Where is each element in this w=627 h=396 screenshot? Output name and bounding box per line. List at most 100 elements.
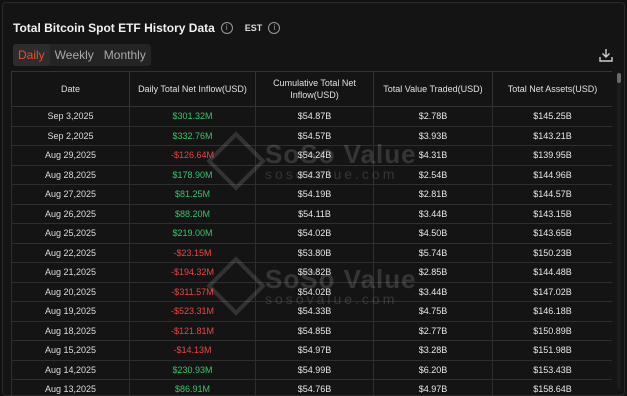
- date-cell: Aug 14,2025: [11, 359, 130, 380]
- vertical-scrollbar[interactable]: [617, 73, 621, 389]
- cumulative-inflow-cell: $54.87B: [255, 106, 374, 127]
- daily-inflow-cell: $332.76M: [129, 125, 256, 146]
- cumulative-inflow-cell: $54.33B: [255, 301, 374, 322]
- net-assets-cell: $150.23B: [492, 242, 612, 263]
- table-row[interactable]: Aug 21,2025 -$194.32M $53.82B $2.85B $144.48…: [11, 262, 612, 283]
- table-row[interactable]: Aug 19,2025 -$523.31M $54.33B $4.75B $146.18…: [11, 301, 612, 322]
- net-assets-cell: $144.57B: [492, 184, 612, 205]
- tab-monthly[interactable]: Monthly: [99, 44, 151, 66]
- net-assets-cell: $151.98B: [492, 340, 612, 361]
- cumulative-inflow-cell: $54.11B: [255, 203, 374, 224]
- daily-inflow-cell: -$126.64M: [129, 145, 256, 166]
- net-assets-cell: $139.95B: [492, 145, 612, 166]
- daily-inflow-cell: $86.91M: [129, 379, 256, 395]
- value-traded-cell: $2.54B: [373, 164, 493, 185]
- cumulative-inflow-cell: $54.02B: [255, 223, 374, 244]
- date-cell: Aug 28,2025: [11, 164, 130, 185]
- cumulative-inflow-cell: $54.19B: [255, 184, 374, 205]
- table-row[interactable]: Aug 14,2025 $230.93M $54.99B $6.20B $153.43B: [11, 359, 612, 380]
- cumulative-inflow-cell: $54.37B: [255, 164, 374, 185]
- net-assets-cell: $145.25B: [492, 106, 612, 127]
- header: Total Bitcoin Spot ETF History Data i ES…: [13, 19, 281, 37]
- date-cell: Aug 19,2025: [11, 301, 130, 322]
- table-row[interactable]: Sep 3,2025 $301.32M $54.87B $2.78B $145.25B: [11, 106, 612, 127]
- net-assets-cell: $143.21B: [492, 125, 612, 146]
- date-cell: Aug 21,2025: [11, 262, 130, 283]
- date-cell: Aug 29,2025: [11, 145, 130, 166]
- table-header-row: Date Daily Total Net Inflow(USD) Cumulat…: [11, 71, 612, 107]
- table-row[interactable]: Aug 13,2025 $86.91M $54.76B $4.97B $158.64B: [11, 379, 612, 395]
- timezone-info-icon[interactable]: i: [268, 22, 281, 34]
- daily-inflow-cell: $219.00M: [129, 223, 256, 244]
- column-header-date[interactable]: Date: [11, 71, 130, 107]
- value-traded-cell: $4.50B: [373, 223, 493, 244]
- daily-inflow-cell: $81.25M: [129, 184, 256, 205]
- tab-weekly[interactable]: Weekly: [50, 44, 99, 66]
- cumulative-inflow-cell: $54.97B: [255, 340, 374, 361]
- timezone-label: EST: [244, 23, 263, 33]
- column-header-cumulative-inflow[interactable]: Cumulative Total Net Inflow(USD): [255, 71, 374, 107]
- value-traded-cell: $5.74B: [373, 242, 493, 263]
- table-row[interactable]: Aug 25,2025 $219.00M $54.02B $4.50B $143.65B: [11, 223, 612, 244]
- value-traded-cell: $2.78B: [373, 106, 493, 127]
- daily-inflow-cell: $301.32M: [129, 106, 256, 127]
- table-row[interactable]: Aug 18,2025 -$121.81M $54.85B $2.77B $150.89…: [11, 320, 612, 341]
- date-cell: Aug 18,2025: [11, 320, 130, 341]
- value-traded-cell: $3.93B: [373, 125, 493, 146]
- daily-inflow-cell: -$194.32M: [129, 262, 256, 283]
- net-assets-cell: $143.15B: [492, 203, 612, 224]
- cumulative-inflow-cell: $53.80B: [255, 242, 374, 263]
- table-row[interactable]: Aug 20,2025 -$311.57M $54.02B $3.44B $147.02…: [11, 281, 612, 302]
- net-assets-cell: $144.96B: [492, 164, 612, 185]
- net-assets-cell: $158.64B: [492, 379, 612, 395]
- table-row[interactable]: Aug 22,2025 -$23.15M $53.80B $5.74B $150.23B: [11, 242, 612, 263]
- value-traded-cell: $2.85B: [373, 262, 493, 283]
- table-row[interactable]: Aug 27,2025 $81.25M $54.19B $2.81B $144.57B: [11, 184, 612, 205]
- date-cell: Aug 20,2025: [11, 281, 130, 302]
- daily-inflow-cell: -$311.57M: [129, 281, 256, 302]
- table-row[interactable]: Aug 29,2025 -$126.64M $54.24B $4.31B $139.95…: [11, 145, 612, 166]
- value-traded-cell: $2.81B: [373, 184, 493, 205]
- cumulative-inflow-cell: $54.02B: [255, 281, 374, 302]
- daily-inflow-cell: -$23.15M: [129, 242, 256, 263]
- daily-inflow-cell: -$14.13M: [129, 340, 256, 361]
- value-traded-cell: $2.77B: [373, 320, 493, 341]
- table-row[interactable]: Sep 2,2025 $332.76M $54.57B $3.93B $143.21B: [11, 125, 612, 146]
- cumulative-inflow-cell: $54.85B: [255, 320, 374, 341]
- cumulative-inflow-cell: $54.57B: [255, 125, 374, 146]
- date-cell: Aug 15,2025: [11, 340, 130, 361]
- daily-inflow-cell: -$121.81M: [129, 320, 256, 341]
- date-cell: Aug 25,2025: [11, 223, 130, 244]
- net-assets-cell: $144.48B: [492, 262, 612, 283]
- date-cell: Aug 26,2025: [11, 203, 130, 224]
- column-header-value-traded[interactable]: Total Value Traded(USD): [373, 71, 493, 107]
- date-cell: Aug 27,2025: [11, 184, 130, 205]
- cumulative-inflow-cell: $53.82B: [255, 262, 374, 283]
- download-icon[interactable]: [598, 47, 614, 63]
- tab-daily[interactable]: Daily: [13, 44, 50, 66]
- value-traded-cell: $6.20B: [373, 359, 493, 380]
- table-row[interactable]: Aug 28,2025 $178.90M $54.37B $2.54B $144.96B: [11, 164, 612, 185]
- value-traded-cell: $3.44B: [373, 281, 493, 302]
- net-assets-cell: $150.89B: [492, 320, 612, 341]
- date-cell: Sep 3,2025: [11, 106, 130, 127]
- daily-inflow-cell: $230.93M: [129, 359, 256, 380]
- etf-history-panel: Total Bitcoin Spot ETF History Data i ES…: [2, 2, 625, 396]
- table-row[interactable]: Aug 15,2025 -$14.13M $54.97B $3.28B $151.98B: [11, 340, 612, 361]
- scrollbar-thumb[interactable]: [617, 73, 621, 83]
- table-row[interactable]: Aug 26,2025 $88.20M $54.11B $3.44B $143.15B: [11, 203, 612, 224]
- column-header-daily-inflow[interactable]: Daily Total Net Inflow(USD): [129, 71, 256, 107]
- value-traded-cell: $4.75B: [373, 301, 493, 322]
- cumulative-inflow-cell: $54.24B: [255, 145, 374, 166]
- value-traded-cell: $3.44B: [373, 203, 493, 224]
- net-assets-cell: $147.02B: [492, 281, 612, 302]
- date-cell: Aug 13,2025: [11, 379, 130, 395]
- info-icon[interactable]: i: [220, 22, 233, 34]
- date-cell: Sep 2,2025: [11, 125, 130, 146]
- date-cell: Aug 22,2025: [11, 242, 130, 263]
- column-header-net-assets[interactable]: Total Net Assets(USD): [492, 71, 612, 107]
- history-table-container: Date Daily Total Net Inflow(USD) Cumulat…: [11, 71, 612, 395]
- net-assets-cell: $146.18B: [492, 301, 612, 322]
- history-table: Date Daily Total Net Inflow(USD) Cumulat…: [11, 71, 612, 395]
- panel-title: Total Bitcoin Spot ETF History Data: [13, 21, 215, 35]
